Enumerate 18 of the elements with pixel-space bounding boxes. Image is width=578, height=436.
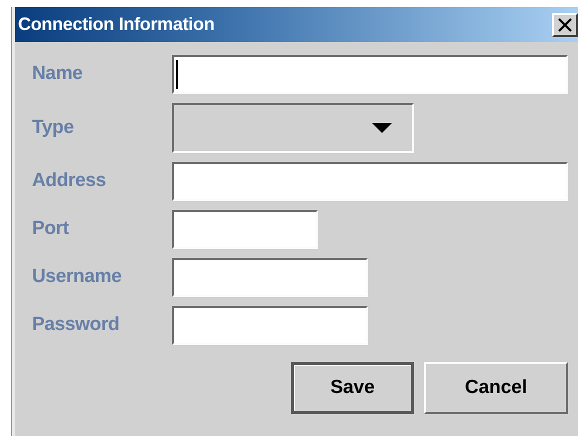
input-field[interactable] bbox=[172, 258, 368, 297]
close-button[interactable] bbox=[552, 12, 578, 36]
window-title: Connection Information bbox=[18, 13, 214, 36]
field-label: Address bbox=[32, 169, 107, 194]
caret-icon bbox=[372, 123, 392, 133]
input-field[interactable] bbox=[172, 55, 568, 94]
field-label: Username bbox=[32, 265, 122, 290]
field-label: Type bbox=[32, 116, 75, 140]
password-field[interactable] bbox=[172, 306, 368, 345]
field-label: Port bbox=[32, 217, 70, 242]
close-icon bbox=[557, 18, 573, 32]
field-label: Password bbox=[32, 313, 120, 338]
dialog-button[interactable]: Cancel bbox=[424, 362, 568, 414]
input-field[interactable] bbox=[172, 162, 568, 201]
input-field[interactable] bbox=[172, 210, 318, 249]
type-dropdown[interactable] bbox=[172, 103, 414, 153]
dialog-button[interactable]: Save bbox=[291, 362, 414, 414]
field-label: Name bbox=[32, 62, 84, 86]
